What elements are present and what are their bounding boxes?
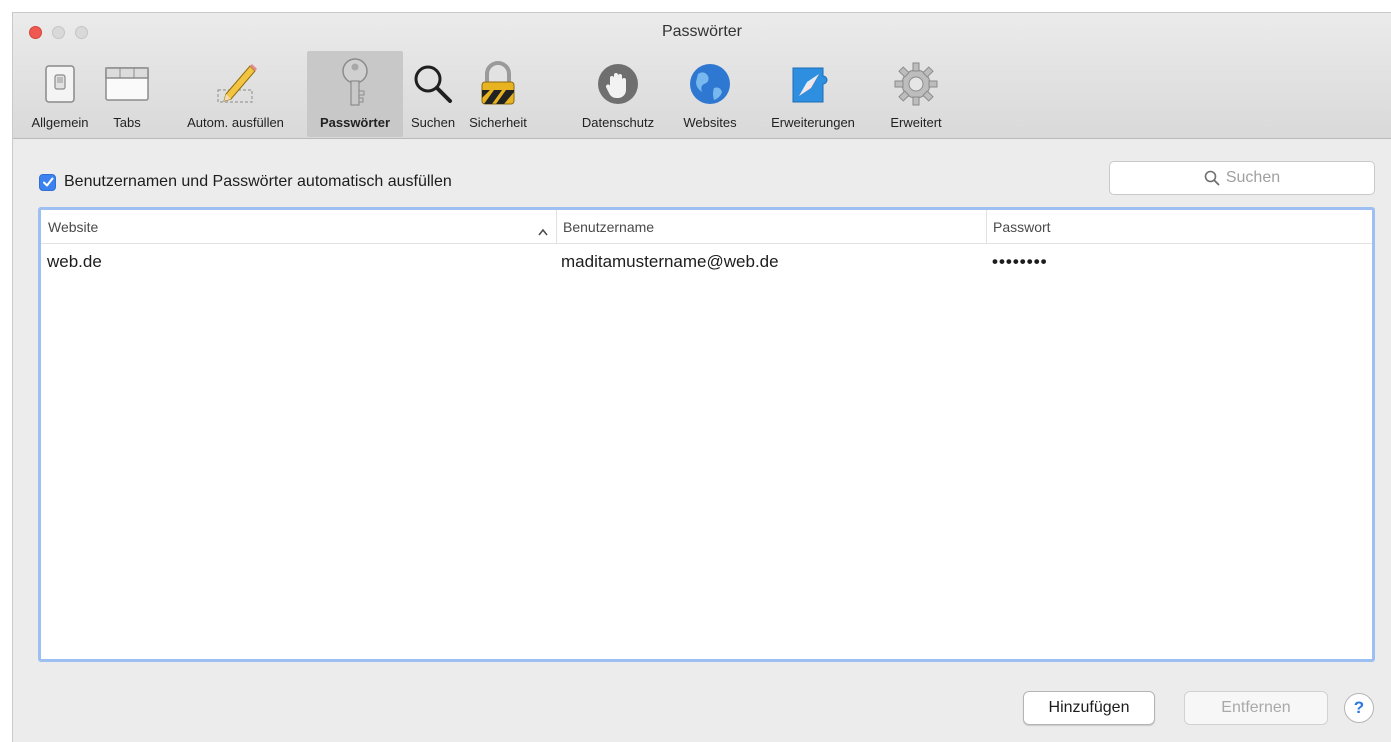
hand-icon: [591, 57, 645, 111]
title-bar: Passwörter Allgemein Tabs Autom. ausfüll…: [13, 13, 1391, 139]
pencil-icon: [209, 57, 263, 111]
tab-label: Tabs: [113, 115, 141, 130]
switch-icon: [33, 57, 87, 111]
search-icon: [1204, 170, 1220, 186]
tab-label: Allgemein: [31, 115, 89, 130]
search-placeholder: Suchen: [1225, 169, 1281, 186]
tab-autofill[interactable]: Autom. ausfüllen: [173, 51, 298, 137]
autofill-option: Benutzernamen und Passwörter automatisch…: [39, 173, 452, 191]
sort-ascending-icon: [538, 223, 548, 239]
tab-label: Datenschutz: [581, 115, 655, 130]
add-button[interactable]: Hinzufügen: [1023, 691, 1155, 725]
tab-search[interactable]: Suchen: [407, 51, 459, 137]
key-icon: [328, 57, 382, 111]
tab-passwords[interactable]: Passwörter: [307, 51, 403, 137]
autofill-checkbox[interactable]: [39, 173, 56, 191]
tab-label: Sicherheit: [469, 115, 527, 130]
tab-allgemein[interactable]: Allgemein: [17, 51, 103, 137]
remove-button[interactable]: Entfernen: [1184, 691, 1328, 725]
tab-extensions[interactable]: Erweiterungen: [757, 51, 869, 137]
column-header-website[interactable]: Website: [41, 210, 556, 244]
autofill-label[interactable]: Benutzernamen und Passwörter automatisch…: [64, 173, 452, 191]
column-header-password[interactable]: Passwort: [986, 210, 1372, 244]
tab-label: Suchen: [410, 115, 456, 130]
tab-security[interactable]: Sicherheit: [465, 51, 531, 137]
window-title: Passwörter: [661, 23, 743, 40]
globe-icon: [683, 57, 737, 111]
cell-username: maditamustername@web.de: [561, 252, 779, 271]
tab-advanced[interactable]: Erweitert: [877, 51, 955, 137]
table-row[interactable]: web.de maditamustername@web.de ••••••••: [41, 245, 1372, 279]
tab-privacy[interactable]: Datenschutz: [569, 51, 667, 137]
magnifier-icon: [406, 57, 460, 111]
preferences-toolbar: Allgemein Tabs Autom. ausfüllen Passwört…: [13, 51, 1391, 139]
cell-password: ••••••••: [992, 252, 1048, 271]
help-button[interactable]: ?: [1344, 693, 1374, 723]
checkmark-icon: [42, 177, 53, 187]
preferences-window: Passwörter Allgemein Tabs Autom. ausfüll…: [12, 12, 1391, 742]
tab-label: Erweitert: [890, 115, 942, 130]
tab-label: Erweiterungen: [771, 115, 855, 130]
puzzle-compass-icon: [786, 57, 840, 111]
passwords-table[interactable]: Website Benutzername Passwort web.de mad…: [38, 207, 1375, 662]
tab-label: Passwörter: [319, 115, 391, 130]
tab-websites[interactable]: Websites: [675, 51, 745, 137]
tab-label: Websites: [683, 115, 737, 130]
column-header-username[interactable]: Benutzername: [556, 210, 986, 244]
lock-icon: [471, 57, 525, 111]
tab-label: Autom. ausfüllen: [187, 115, 284, 130]
cell-website: web.de: [47, 252, 102, 271]
search-input[interactable]: Suchen: [1109, 161, 1375, 195]
gear-icon: [889, 57, 943, 111]
tabs-icon: [100, 57, 154, 111]
tab-tabs[interactable]: Tabs: [103, 51, 151, 137]
table-header: Website Benutzername Passwort: [41, 210, 1372, 244]
passwords-pane: Benutzernamen und Passwörter automatisch…: [13, 140, 1391, 742]
